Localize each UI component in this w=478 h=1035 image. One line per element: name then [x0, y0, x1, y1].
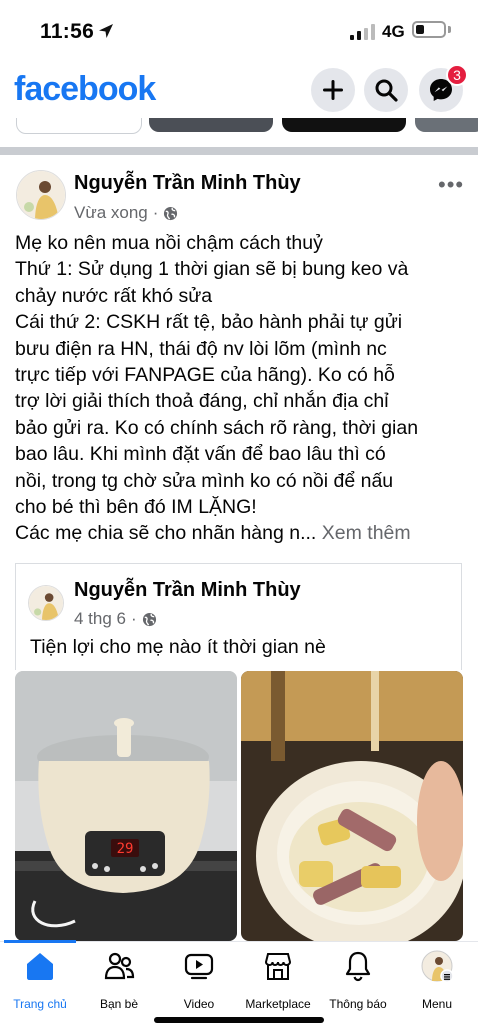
post-line: Cái thứ 2: CSKH rất tệ, bảo hành phải tự…	[15, 311, 403, 334]
tab-notifications[interactable]: Thông báo	[318, 950, 398, 1011]
post-line: bao lâu. Khi mình đặt vấn để bao lâu thì…	[15, 443, 386, 466]
story-create[interactable]	[16, 118, 142, 134]
network-label: 4G	[382, 22, 405, 41]
post-line: cho bé thì bên đó IM LẶNG!	[15, 496, 257, 519]
messenger-badge: 3	[446, 64, 468, 86]
signal-icon	[350, 24, 375, 40]
story-item[interactable]	[149, 118, 273, 132]
bell-icon	[345, 951, 371, 982]
see-more-link[interactable]: Xem thêm	[322, 522, 411, 544]
post-line: chảy nước rất khó sửa	[15, 284, 213, 307]
post-line: nồi, trong tg chờ sửa mình ko có nồi để …	[15, 469, 394, 492]
post-line: Thứ 1: Sử dụng 1 thời gian sẽ bị bung ke…	[15, 258, 409, 281]
slow-cooker-image: 29	[15, 671, 237, 941]
tab-video[interactable]: Video	[159, 950, 239, 1011]
slow-cooker-photo[interactable]: 29	[15, 671, 237, 941]
meta-dot: ·	[131, 609, 137, 628]
food-bowl-image	[241, 671, 463, 941]
plus-icon	[323, 80, 343, 100]
post-line: bảo gửi ra. Ko có chính sách rõ ràng, th…	[15, 416, 419, 439]
post-line: trợ lời giải thích thoả đáng, chỉ nhắn đ…	[15, 390, 389, 413]
post-body: Mẹ ko nên mua nồi chậm cách thuỷ Thứ 1: …	[15, 230, 470, 547]
friends-icon	[104, 952, 135, 980]
story-item[interactable]	[282, 118, 406, 132]
tab-notifications-label: Thông báo	[329, 997, 387, 1011]
post-meta: Vừa xong ·	[74, 203, 178, 223]
video-icon	[184, 953, 214, 980]
tab-friends[interactable]: Bạn bè	[79, 950, 159, 1011]
post-line: bưu điện ra HN, thái độ nv lòi lõm (mình…	[15, 337, 387, 360]
post-line: Mẹ ko nên mua nồi chậm cách thuỷ	[15, 232, 323, 254]
home-icon	[27, 953, 53, 980]
search-icon	[375, 79, 398, 102]
tab-friends-label: Bạn bè	[99, 997, 139, 1011]
post-author[interactable]: Nguyễn Trần Minh Thùy	[74, 172, 301, 195]
meta-dot: ·	[152, 203, 159, 222]
post-options-button[interactable]: •••	[438, 172, 464, 198]
post-line: trực tiếp với FANPAGE của hãng). Ko có h…	[15, 364, 395, 387]
shared-time[interactable]: 4 thg 6	[74, 609, 126, 629]
stories-strip[interactable]	[0, 118, 478, 134]
shared-author[interactable]: Nguyễn Trần Minh Thùy	[74, 579, 301, 602]
tab-home[interactable]: Trang chủ	[0, 950, 80, 1011]
tab-menu-label: Menu	[421, 997, 453, 1011]
search-button[interactable]	[364, 68, 408, 112]
food-bowl-photo[interactable]	[241, 671, 463, 941]
menu-avatar-icon	[421, 950, 454, 983]
shared-meta: 4 thg 6 ·	[74, 609, 157, 629]
tab-home-label: Trang chủ	[13, 997, 67, 1011]
battery-icon	[412, 21, 446, 38]
tab-marketplace[interactable]: Marketplace	[238, 950, 318, 1011]
marketplace-icon	[264, 953, 292, 980]
feed-divider	[0, 147, 478, 155]
avatar[interactable]	[16, 170, 66, 220]
app-header: facebook	[0, 62, 478, 120]
post-time[interactable]: Vừa xong	[74, 203, 148, 223]
home-indicator	[154, 1017, 324, 1023]
battery-tip	[448, 26, 451, 33]
tab-video-label: Video	[183, 997, 215, 1011]
tab-menu[interactable]: Menu	[397, 950, 477, 1011]
status-bar: 11:56 4G	[0, 0, 478, 62]
cooker-display: 29	[117, 841, 134, 857]
tab-marketplace-label: Marketplace	[245, 997, 311, 1011]
create-button[interactable]	[311, 68, 355, 112]
post-truncated-line: Các mẹ chia sẽ cho nhãn hàng n...	[15, 522, 317, 545]
globe-icon	[164, 206, 178, 220]
post-line-last: Các mẹ chia sẽ cho nhãn hàng n... Xem th…	[15, 520, 470, 546]
location-arrow-icon	[99, 24, 113, 38]
active-tab-indicator	[4, 940, 76, 943]
avatar-image	[17, 171, 65, 219]
globe-icon	[142, 612, 156, 626]
facebook-logo[interactable]: facebook	[14, 70, 156, 109]
status-time: 11:56	[40, 20, 95, 43]
shared-text: Tiện lợi cho mẹ nào ít thời gian nè	[30, 636, 326, 658]
story-item[interactable]	[415, 118, 478, 132]
shared-avatar[interactable]	[28, 585, 64, 621]
